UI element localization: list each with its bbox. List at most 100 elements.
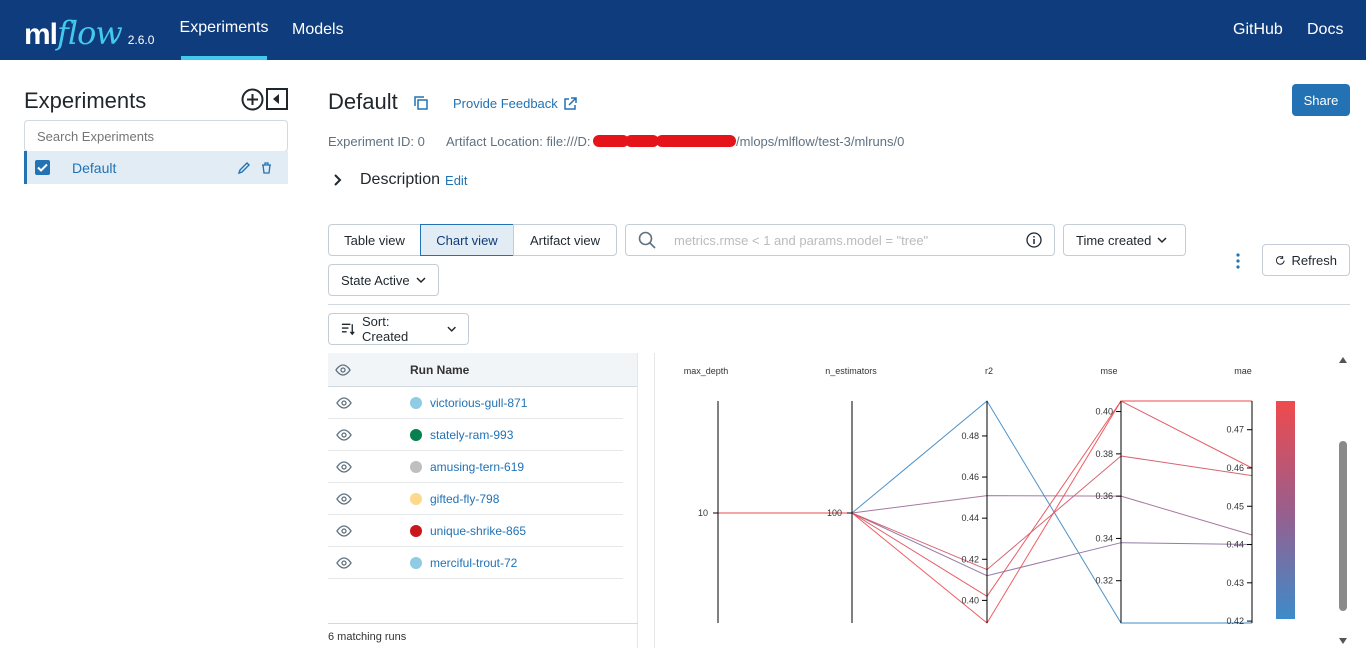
top-navigation-bar: ml flow 2.6.0 Experiments Models GitHub … — [0, 0, 1366, 60]
experiment-checkbox[interactable] — [35, 160, 50, 175]
run-color-dot — [410, 460, 422, 473]
share-button[interactable]: Share — [1292, 84, 1350, 116]
experiment-label: Default — [72, 159, 117, 176]
state-label: State Active — [341, 272, 410, 288]
logo-ml-text: ml — [24, 18, 58, 51]
run-name-link[interactable]: amusing-tern-619 — [430, 460, 524, 474]
table-row[interactable]: victorious-gull-871 — [328, 387, 623, 419]
tick-label: 0.38 — [1095, 449, 1113, 459]
run-name-link[interactable]: victorious-gull-871 — [430, 396, 527, 410]
series-line — [718, 400, 1253, 597]
eye-icon[interactable] — [336, 428, 352, 441]
info-icon[interactable] — [1026, 232, 1042, 248]
description-toggle[interactable]: Description Edit — [332, 171, 467, 189]
series-line — [718, 400, 1252, 624]
more-options-icon[interactable] — [1230, 252, 1246, 270]
tick-label: 0.36 — [1095, 491, 1113, 501]
delete-trash-icon[interactable] — [260, 161, 272, 175]
run-color-dot — [410, 492, 422, 505]
artifact-location-prefix: Artifact Location: file:///D: — [446, 134, 591, 149]
axis-title-r2: r2 — [985, 366, 993, 376]
tab-table-view[interactable]: Table view — [328, 224, 421, 256]
eye-icon[interactable] — [336, 396, 352, 409]
experiment-item-default[interactable]: Default — [24, 151, 288, 184]
time-created-dropdown[interactable]: Time created — [1063, 224, 1186, 256]
run-name-link[interactable]: gifted-fly-798 — [430, 492, 499, 506]
refresh-button[interactable]: Refresh — [1262, 244, 1350, 276]
copy-icon[interactable] — [413, 95, 429, 111]
experiment-id: Experiment ID: 0 — [328, 134, 425, 149]
colorbar — [1276, 401, 1295, 619]
version-label: 2.6.0 — [127, 33, 155, 47]
add-experiment-icon[interactable] — [240, 87, 264, 111]
nav-models[interactable]: Models — [292, 0, 344, 60]
table-row[interactable]: amusing-tern-619 — [328, 451, 623, 483]
run-filter-input[interactable]: metrics.rmse < 1 and params.model = "tre… — [625, 224, 1055, 256]
table-row[interactable]: unique-shrike-865 — [328, 515, 623, 547]
table-row[interactable]: stately-ram-993 — [328, 419, 623, 451]
tick-label: 10 — [698, 508, 708, 518]
chevron-down-icon — [416, 277, 426, 284]
table-divider — [637, 353, 638, 648]
tick-label: 0.40 — [1095, 407, 1113, 417]
axis-title-n_estimators: n_estimators — [825, 366, 877, 376]
run-name-link[interactable]: stately-ram-993 — [430, 428, 513, 442]
description-edit-link[interactable]: Edit — [445, 173, 467, 188]
table-row[interactable]: merciful-trout-72 — [328, 547, 623, 579]
tick-label: 0.42 — [1226, 616, 1244, 626]
mlflow-logo[interactable]: ml flow 2.6.0 — [24, 14, 154, 52]
run-name-link[interactable]: unique-shrike-865 — [430, 524, 526, 538]
filter-placeholder: metrics.rmse < 1 and params.model = "tre… — [674, 232, 929, 248]
redaction-mark — [656, 135, 736, 147]
nav-docs[interactable]: Docs — [1307, 0, 1343, 60]
sort-label: Sort: Created — [362, 314, 409, 344]
tick-label: 0.44 — [1226, 540, 1244, 550]
run-color-dot — [410, 524, 422, 537]
eye-icon[interactable] — [336, 556, 352, 569]
column-run-name[interactable]: Run Name — [410, 363, 469, 377]
tick-label: 0.40 — [961, 595, 979, 605]
chart-scrollbar[interactable] — [1336, 353, 1350, 648]
eye-icon[interactable] — [336, 460, 352, 473]
tab-chart-view[interactable]: Chart view — [420, 224, 514, 256]
parallel-coordinates-chart: max_depth n_estimators r2 mse mae 10 100 0.40 0.… — [684, 366, 1295, 626]
artifact-location-suffix: /mlops/mlflow/test-3/mlruns/0 — [736, 134, 905, 149]
nav-experiments[interactable]: Experiments — [180, 0, 268, 60]
sidebar-title: Experiments — [24, 88, 147, 113]
tick-label: 0.45 — [1226, 501, 1244, 511]
sort-dropdown[interactable]: Sort: Created — [328, 313, 469, 345]
run-color-dot — [410, 396, 422, 409]
tick-label: 0.46 — [961, 472, 979, 482]
table-footer-line — [328, 623, 638, 624]
tick-label: 0.34 — [1095, 533, 1113, 543]
matching-runs-count: 6 matching runs — [328, 631, 407, 643]
tick-label: 0.47 — [1226, 425, 1244, 435]
refresh-icon — [1275, 255, 1285, 265]
search-experiments-input[interactable] — [24, 120, 288, 152]
chevron-down-icon — [447, 326, 456, 332]
logo-flow-text: flow — [57, 14, 123, 52]
feedback-label: Provide Feedback — [453, 96, 558, 111]
axis-title-mse: mse — [1100, 366, 1117, 376]
tick-label: 100 — [827, 508, 842, 518]
page-title: Default — [328, 89, 398, 114]
runs-table-header: Run Name — [328, 353, 638, 387]
eye-icon[interactable] — [335, 363, 351, 376]
series-line — [718, 495, 1253, 536]
provide-feedback-link[interactable]: Provide Feedback — [453, 96, 577, 111]
eye-icon[interactable] — [336, 524, 352, 537]
eye-icon[interactable] — [336, 492, 352, 505]
collapse-sidebar-icon[interactable] — [265, 87, 289, 111]
tick-label: 0.44 — [961, 513, 979, 523]
tab-artifact-view[interactable]: Artifact view — [513, 224, 617, 256]
sort-icon — [341, 323, 355, 336]
chevron-right-icon — [334, 174, 342, 186]
nav-github[interactable]: GitHub — [1233, 0, 1283, 60]
state-dropdown[interactable]: State Active — [328, 264, 439, 296]
toolbar-divider — [328, 304, 1350, 305]
tick-label: 0.32 — [1095, 576, 1113, 586]
run-name-link[interactable]: merciful-trout-72 — [430, 556, 517, 570]
table-row[interactable]: gifted-fly-798 — [328, 483, 623, 515]
edit-pencil-icon[interactable] — [237, 161, 251, 175]
redaction-mark — [625, 135, 659, 147]
